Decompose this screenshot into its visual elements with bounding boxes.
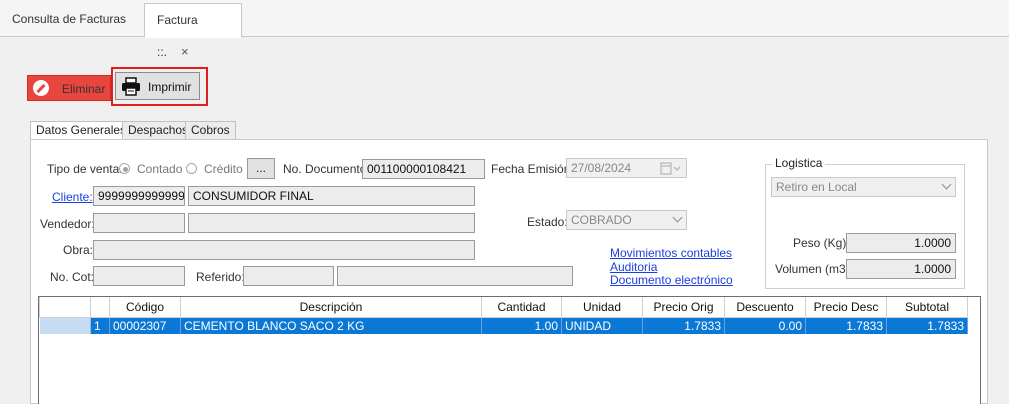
column-header-cantidad[interactable]: Cantidad — [481, 297, 562, 318]
tab-despachos[interactable]: Despachos — [122, 121, 195, 140]
tab-label: Datos Generales — [36, 123, 127, 137]
cell-cantidad[interactable]: 1.00 — [481, 317, 562, 334]
cell-num[interactable]: 1 — [90, 317, 110, 334]
column-header-precio-orig[interactable]: Precio Orig — [642, 297, 725, 318]
credito-label: Crédito — [204, 162, 243, 176]
volumen-label: Volumen (m3): — [775, 262, 854, 276]
items-table: Código Descripción Cantidad Unidad Preci… — [39, 297, 968, 334]
credito-radio[interactable] — [186, 163, 197, 174]
no-documento-field[interactable]: 001100000108421 — [362, 159, 485, 179]
prohibited-icon — [33, 80, 49, 96]
cell-unidad[interactable]: UNIDAD — [561, 317, 643, 334]
peso-field[interactable]: 1.0000 — [846, 233, 956, 253]
contado-label: Contado — [137, 162, 183, 176]
chevron-down-icon — [672, 212, 683, 223]
print-button[interactable]: Imprimir — [115, 72, 200, 100]
tab-factura[interactable]: Factura ::. × — [144, 3, 242, 59]
vendedor-label: Vendedor: — [40, 217, 95, 231]
cell-precio-desc[interactable]: 1.7833 — [805, 317, 887, 334]
logistica-mode-value: Retiro en Local — [776, 180, 857, 194]
items-grid: Código Descripción Cantidad Unidad Preci… — [38, 296, 981, 404]
cliente-code-field[interactable]: 9999999999999 — [93, 186, 185, 206]
cell-descuento[interactable]: 0.00 — [724, 317, 806, 334]
calendar-dropdown-icon[interactable] — [660, 162, 682, 175]
obra-label: Obra: — [63, 243, 94, 257]
chevron-down-icon — [941, 179, 952, 190]
documento-electronico-link[interactable]: Documento electrónico — [610, 273, 733, 287]
fecha-emision-value: 27/08/2024 — [571, 161, 632, 175]
delete-button[interactable]: Eliminar — [27, 75, 111, 101]
contado-radio[interactable] — [119, 163, 130, 174]
cliente-name-field[interactable]: CONSUMIDOR FINAL — [188, 186, 475, 206]
movimientos-contables-link[interactable]: Movimientos contables — [610, 246, 732, 260]
column-header[interactable] — [90, 297, 110, 318]
tab-consulta-facturas[interactable]: Consulta de Facturas — [0, 3, 138, 37]
logistica-title: Logistica — [772, 156, 826, 170]
column-header-descuento[interactable]: Descuento — [724, 297, 806, 318]
no-cot-label: No. Cot: — [50, 270, 95, 284]
cell-descripcion[interactable]: CEMENTO BLANCO SACO 2 KG — [180, 317, 482, 334]
column-header-descripcion[interactable]: Descripción — [180, 297, 482, 318]
cell-precio-orig[interactable]: 1.7833 — [642, 317, 725, 334]
row-indicator[interactable] — [39, 317, 91, 334]
tab-datos-generales[interactable]: Datos Generales — [30, 121, 133, 141]
peso-label: Peso (Kg): — [793, 236, 850, 250]
printer-icon — [122, 77, 140, 96]
fecha-emision-field[interactable]: 27/08/2024 — [566, 158, 687, 178]
fecha-emision-label: Fecha Emisión: — [491, 162, 574, 176]
cell-codigo[interactable]: 00002307 — [109, 317, 181, 334]
tab-label: Factura ::. — [157, 13, 198, 59]
tab-cobros[interactable]: Cobros — [185, 121, 236, 140]
estado-label: Estado: — [527, 215, 568, 229]
volumen-field[interactable]: 1.0000 — [846, 259, 956, 279]
auditoria-link[interactable]: Auditoria — [610, 260, 657, 274]
tipo-venta-browse-button[interactable]: ... — [247, 158, 275, 179]
table-header: Código Descripción Cantidad Unidad Preci… — [39, 297, 968, 318]
delete-button-label: Eliminar — [62, 82, 106, 96]
estado-select[interactable]: COBRADO — [566, 210, 687, 230]
no-cot-field[interactable] — [93, 266, 185, 286]
referido-name-field[interactable] — [337, 266, 573, 286]
vendedor-code-field[interactable] — [93, 213, 185, 233]
logistica-mode-select[interactable]: Retiro en Local — [771, 177, 956, 197]
column-header[interactable] — [39, 297, 91, 318]
tab-label: Consulta de Facturas — [12, 12, 127, 26]
column-header-unidad[interactable]: Unidad — [561, 297, 643, 318]
cell-subtotal[interactable]: 1.7833 — [886, 317, 968, 334]
referido-label: Referido: — [196, 270, 245, 284]
column-header-precio-desc[interactable]: Precio Desc — [805, 297, 887, 318]
referido-code-field[interactable] — [243, 266, 334, 286]
table-row[interactable]: 1 00002307 CEMENTO BLANCO SACO 2 KG 1.00… — [39, 317, 968, 334]
tab-label: Cobros — [191, 123, 230, 137]
cliente-link[interactable]: Cliente: — [52, 190, 93, 204]
column-header-subtotal[interactable]: Subtotal — [886, 297, 968, 318]
estado-value: COBRADO — [571, 213, 632, 227]
tipo-venta-label: Tipo de venta: — [47, 162, 123, 176]
obra-field[interactable] — [93, 240, 475, 260]
no-documento-label: No. Documento: — [283, 162, 370, 176]
column-header-codigo[interactable]: Código — [109, 297, 181, 318]
vendedor-name-field[interactable] — [188, 213, 475, 233]
close-icon[interactable]: × — [181, 44, 189, 59]
print-button-label: Imprimir — [148, 80, 192, 94]
tab-label: Despachos — [128, 123, 189, 137]
